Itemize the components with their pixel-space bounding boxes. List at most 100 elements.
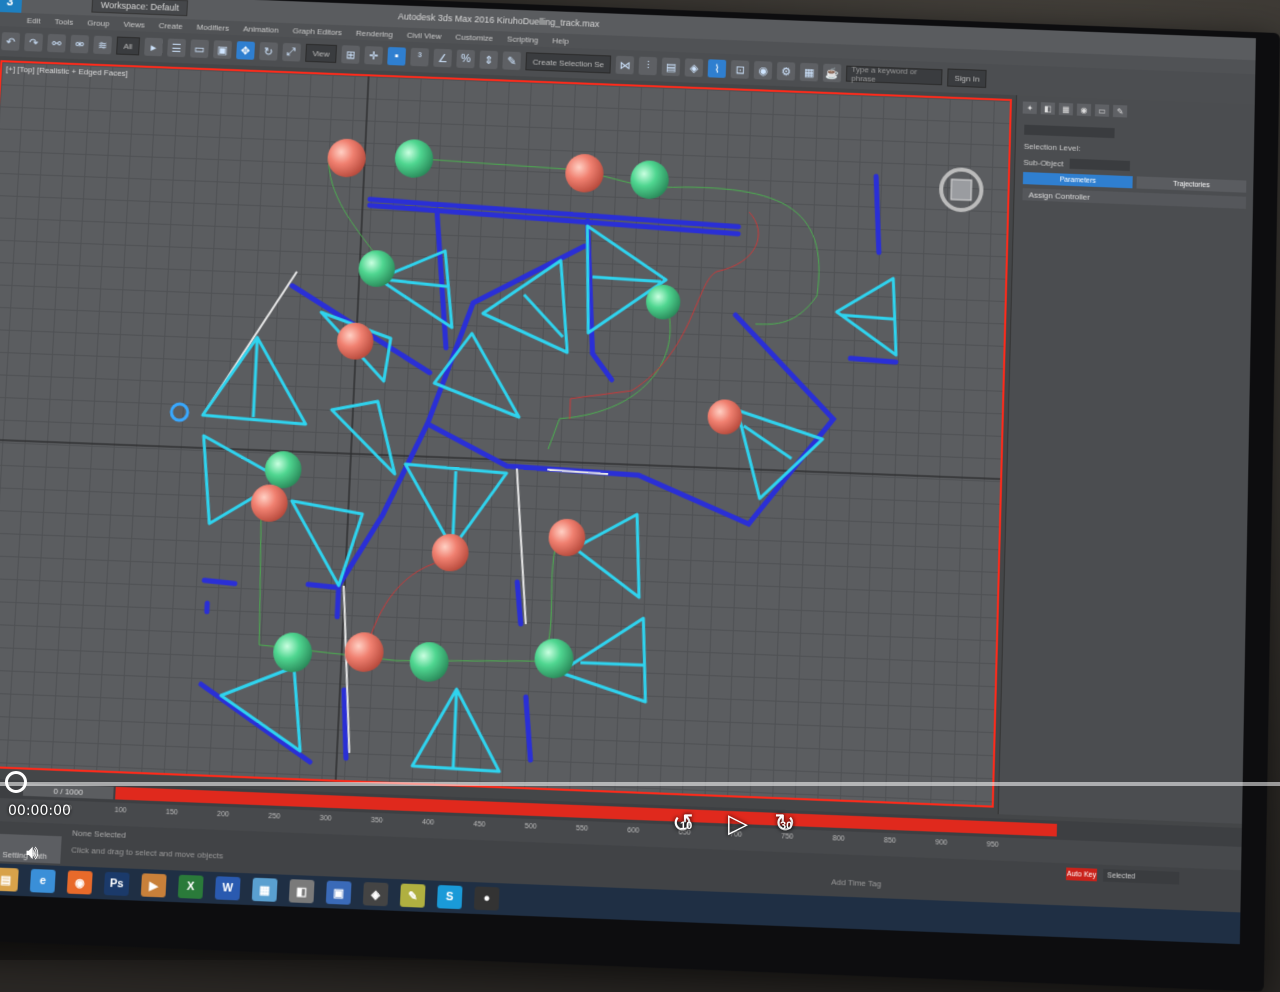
parameters-button[interactable]: Parameters bbox=[1023, 172, 1133, 188]
menu-graph-editors[interactable]: Graph Editors bbox=[292, 26, 342, 37]
spinner-snap-icon[interactable]: ⇕ bbox=[479, 50, 498, 69]
menu-create[interactable]: Create bbox=[158, 21, 182, 31]
workspace-dropdown[interactable]: Workspace: Default bbox=[91, 0, 188, 16]
menu-customize[interactable]: Customize bbox=[455, 32, 493, 42]
app-logo-icon[interactable]: 3 bbox=[0, 0, 23, 13]
save-icon[interactable]: ▣ bbox=[326, 881, 352, 905]
sphere-red-3 bbox=[336, 322, 374, 360]
render-frame-icon[interactable]: ▦ bbox=[800, 63, 819, 82]
undo-icon[interactable]: ↶ bbox=[1, 32, 20, 51]
menu-help[interactable]: Help bbox=[552, 36, 569, 46]
named-selection-dropdown[interactable]: Create Selection Se bbox=[525, 52, 611, 73]
menu-group[interactable]: Group bbox=[87, 18, 110, 28]
forward-button[interactable]: ↻30 bbox=[774, 808, 796, 839]
tick-600: 600 bbox=[627, 827, 639, 835]
motion-tab[interactable]: ◉ bbox=[1077, 104, 1091, 117]
scene-explorer-icon[interactable]: ◈ bbox=[685, 58, 704, 77]
tick-250: 250 bbox=[268, 813, 280, 821]
hierarchy-tab[interactable]: ▦ bbox=[1059, 103, 1073, 116]
window-icon[interactable]: ▣ bbox=[213, 40, 232, 59]
word-icon[interactable]: W bbox=[215, 876, 241, 900]
display-tab[interactable]: ▭ bbox=[1095, 104, 1109, 117]
menu-civil-view[interactable]: Civil View bbox=[407, 30, 442, 40]
media-icon[interactable]: ▶ bbox=[141, 873, 167, 897]
video-progress-handle[interactable] bbox=[5, 771, 27, 793]
modify-tab[interactable]: ◧ bbox=[1041, 102, 1055, 115]
photoshop-icon[interactable]: Ps bbox=[104, 872, 130, 896]
scene-canvas[interactable] bbox=[0, 62, 1012, 808]
unity-icon[interactable]: ◈ bbox=[363, 882, 389, 906]
menu-views[interactable]: Views bbox=[123, 19, 145, 29]
selection-filter-dropdown[interactable]: All bbox=[116, 37, 140, 56]
add-time-tag[interactable]: Add Time Tag bbox=[831, 877, 881, 888]
mirror-icon[interactable]: ⋈ bbox=[616, 56, 635, 75]
video-progress-track[interactable] bbox=[0, 782, 1280, 786]
volume-icon[interactable]: 🔊︎ bbox=[26, 842, 39, 865]
rect-select-icon[interactable]: ▭ bbox=[190, 39, 209, 58]
sphere-red-2 bbox=[565, 153, 605, 193]
sub-object-label: Sub-Object bbox=[1023, 157, 1063, 168]
skype-icon[interactable]: S bbox=[437, 885, 463, 909]
sub-object-dropdown[interactable] bbox=[1070, 159, 1131, 171]
scale-icon[interactable]: ⤢ bbox=[282, 43, 301, 62]
app-icon[interactable]: ◧ bbox=[289, 879, 315, 903]
sphere-green-1 bbox=[394, 139, 434, 179]
pivot-icon[interactable]: ⊞ bbox=[341, 45, 360, 64]
obs-icon[interactable]: ● bbox=[474, 886, 500, 910]
tick-400: 400 bbox=[422, 819, 434, 827]
percent-snap-icon[interactable]: % bbox=[456, 50, 475, 69]
snap-icon[interactable]: ³ bbox=[410, 48, 429, 67]
search-input[interactable]: Type a keyword or phrase bbox=[846, 66, 943, 86]
align-icon[interactable]: ⫶ bbox=[639, 57, 658, 76]
menu-edit[interactable]: Edit bbox=[27, 16, 41, 26]
auto-key-button[interactable]: Auto Key bbox=[1066, 867, 1097, 881]
photos-icon[interactable]: ▦ bbox=[252, 878, 278, 902]
link-icon[interactable]: ⚯ bbox=[47, 34, 66, 53]
select-icon[interactable]: ▸ bbox=[144, 38, 163, 57]
firefox-icon[interactable]: ◉ bbox=[67, 870, 93, 894]
move-select-icon[interactable]: ✛ bbox=[364, 46, 383, 65]
menu-modifiers[interactable]: Modifiers bbox=[196, 22, 229, 32]
screen: 3 Workspace: Default Autodesk 3ds Max 20… bbox=[0, 0, 1256, 944]
key-filter-dropdown[interactable]: Selected bbox=[1103, 869, 1179, 885]
selection-status: None Selected bbox=[72, 828, 126, 840]
acrobat-icon[interactable]: ✎ bbox=[400, 884, 426, 908]
reference-coord-dropdown[interactable]: View bbox=[305, 44, 337, 63]
move-icon[interactable]: ✥ bbox=[236, 41, 255, 60]
rewind-button[interactable]: ↺10 bbox=[672, 808, 694, 839]
schematic-icon[interactable]: ⊡ bbox=[731, 60, 750, 79]
keyboard-shortcut-icon[interactable]: ▪ bbox=[387, 47, 406, 66]
create-tab[interactable]: ✦ bbox=[1023, 101, 1037, 114]
unlink-icon[interactable]: ⚮ bbox=[70, 35, 89, 54]
render-setup-icon[interactable]: ⚙ bbox=[777, 62, 796, 81]
select-name-icon[interactable]: ☰ bbox=[167, 38, 186, 57]
angle-snap-icon[interactable]: ∠ bbox=[433, 49, 452, 68]
sphere-green-6 bbox=[272, 632, 313, 673]
render-icon[interactable]: ☕ bbox=[823, 64, 842, 83]
excel-icon[interactable]: X bbox=[178, 875, 204, 899]
utilities-tab[interactable]: ✎ bbox=[1113, 105, 1127, 118]
tick-550: 550 bbox=[576, 825, 588, 833]
redo-icon[interactable]: ↷ bbox=[24, 33, 43, 52]
menu-animation[interactable]: Animation bbox=[243, 24, 279, 34]
cone-6 bbox=[583, 226, 668, 336]
edit-named-sel-icon[interactable]: ✎ bbox=[502, 51, 521, 70]
blue-spline-1b bbox=[369, 205, 739, 233]
ie-icon[interactable]: e bbox=[30, 869, 56, 893]
explorer-icon[interactable]: ▤ bbox=[0, 867, 19, 891]
material-icon[interactable]: ◉ bbox=[754, 61, 773, 80]
menu-rendering[interactable]: Rendering bbox=[356, 28, 393, 38]
layer-icon[interactable]: ▤ bbox=[662, 57, 681, 76]
menu-tools[interactable]: Tools bbox=[54, 17, 73, 27]
rotate-icon[interactable]: ↻ bbox=[259, 42, 278, 61]
bind-icon[interactable]: ≋ bbox=[93, 36, 112, 55]
viewport-top[interactable]: [+] [Top] [Realistic + Edged Faces] bbox=[0, 60, 1012, 808]
trajectories-button[interactable]: Trajectories bbox=[1136, 176, 1246, 192]
curve-editor-icon[interactable]: ⌇ bbox=[708, 59, 727, 78]
name-input[interactable] bbox=[1024, 125, 1115, 139]
play-button[interactable]: ▷ bbox=[728, 808, 748, 839]
sign-in-button[interactable]: Sign In bbox=[947, 68, 986, 88]
path-red-bottom bbox=[366, 556, 452, 653]
cone-4 bbox=[481, 258, 571, 353]
menu-scripting[interactable]: Scripting bbox=[507, 34, 539, 44]
